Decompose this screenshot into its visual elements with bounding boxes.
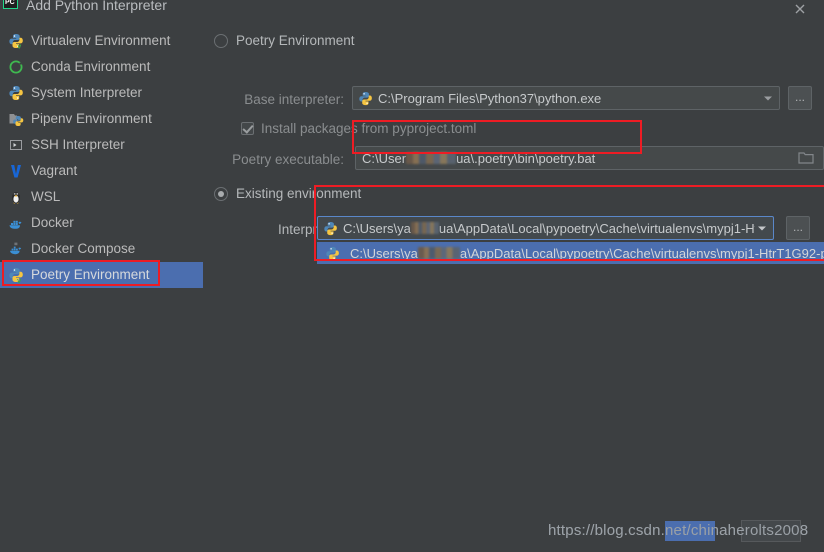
virtualenv-icon: v [8, 33, 24, 49]
sidebar-item-ssh-interpreter[interactable]: SSH Interpreter [0, 132, 204, 158]
sidebar-item-label: Pipenv Environment [31, 111, 152, 126]
dropdown-option[interactable]: C:\Users\ya a\AppData\Local\pypoetry\Cach… [317, 242, 824, 264]
interpreter-value-prefix: C:\Users\ya [343, 220, 411, 236]
interpreter-settings-panel: Poetry Environment Base interpreter: C:\… [204, 22, 824, 552]
python-icon [8, 85, 24, 101]
interpreter-value-suffix: ua\AppData\Local\pypoetry\Cache\virtuale… [438, 220, 755, 236]
window-titlebar: PC Add Python Interpreter [0, 0, 824, 20]
python-icon [358, 91, 373, 106]
radio-existing-environment-label: Existing environment [236, 186, 362, 201]
pipenv-icon [8, 111, 24, 127]
interpreter-type-list[interactable]: v Virtualenv Environment Conda Environme… [0, 22, 204, 552]
watermark-text-overlay: https://blog.csdn.net/chinaherolts2008 [548, 522, 809, 539]
dropdown-option-suffix: a\AppData\Local\pypoetry\Cache\virtualen… [459, 245, 824, 261]
redacted-username-block [406, 152, 457, 165]
poetry-executable-input[interactable]: C:\User ua\.poetry\bin\poetry.bat [355, 146, 824, 170]
poetry-executable-value-suffix: ua\.poetry\bin\poetry.bat [456, 150, 596, 166]
dropdown-option-prefix: C:\Users\ya [350, 245, 418, 261]
conda-icon [8, 59, 24, 75]
interpreter-browse-button[interactable]: ... [786, 216, 810, 240]
sidebar-item-label: Docker Compose [31, 241, 136, 256]
page-title: Add Python Interpreter [26, 0, 167, 13]
sidebar-item-docker-compose[interactable]: Docker Compose [0, 236, 204, 262]
base-interpreter-label: Base interpreter: [244, 92, 344, 107]
install-packages-checkbox-row[interactable]: Install packages from pyproject.toml [241, 121, 476, 136]
radio-poetry-environment-label: Poetry Environment [236, 33, 355, 48]
base-interpreter-value: C:\Program Files\Python37\python.exe [378, 90, 602, 106]
sidebar-item-label: WSL [31, 189, 61, 204]
redacted-username-block [417, 247, 460, 260]
sidebar-item-label: Docker [31, 215, 74, 230]
interpreter-combo[interactable]: C:\Users\ya ua\AppData\Local\pypoetry\Cac… [317, 216, 774, 240]
sidebar-item-label: Virtualenv Environment [31, 33, 171, 48]
poetry-icon: v [8, 267, 24, 283]
python-icon [323, 221, 338, 236]
sidebar-item-system-interpreter[interactable]: System Interpreter [0, 80, 204, 106]
radio-poetry-environment[interactable]: Poetry Environment [214, 33, 355, 48]
radio-button-unselected-icon [214, 33, 228, 48]
sidebar-item-wsl[interactable]: WSL [0, 184, 204, 210]
poetry-executable-value-prefix: C:\User [362, 150, 407, 166]
python-icon [325, 246, 340, 261]
interpreter-dropdown-popup[interactable]: C:\Users\ya a\AppData\Local\pypoetry\Cach… [317, 242, 824, 280]
sidebar-item-poetry-environment[interactable]: v Poetry Environment [0, 262, 203, 288]
sidebar-item-label: SSH Interpreter [31, 137, 125, 152]
sidebar-item-pipenv-environment[interactable]: Pipenv Environment [0, 106, 204, 132]
poetry-executable-browse-button[interactable] [795, 147, 817, 169]
sidebar-item-label: Poetry Environment [31, 267, 150, 282]
vagrant-icon [8, 163, 24, 179]
wsl-penguin-icon [8, 189, 24, 205]
ssh-terminal-icon [8, 137, 24, 153]
docker-icon [8, 215, 24, 231]
sidebar-item-virtualenv-environment[interactable]: v Virtualenv Environment [0, 28, 204, 54]
base-interpreter-browse-button[interactable]: ... [788, 86, 812, 110]
base-interpreter-combo[interactable]: C:\Program Files\Python37\python.exe [352, 86, 780, 110]
checkbox-checked-icon[interactable] [241, 122, 254, 135]
docker-compose-icon [8, 241, 24, 257]
redacted-username-block [410, 222, 439, 235]
sidebar-item-label: System Interpreter [31, 85, 143, 100]
chevron-down-icon[interactable] [755, 221, 769, 235]
install-packages-label: Install packages from pyproject.toml [261, 121, 477, 136]
chevron-down-icon[interactable] [761, 91, 775, 105]
sidebar-item-label: Vagrant [31, 163, 78, 178]
close-icon[interactable] [792, 1, 808, 17]
sidebar-item-docker[interactable]: Docker [0, 210, 204, 236]
radio-button-selected-icon [214, 186, 228, 201]
poetry-executable-label: Poetry executable: [232, 152, 344, 167]
pycharm-icon: PC [2, 0, 20, 14]
svg-text:PC: PC [5, 0, 15, 6]
svg-text:v: v [17, 44, 21, 49]
sidebar-item-conda-environment[interactable]: Conda Environment [0, 54, 204, 80]
sidebar-item-vagrant[interactable]: Vagrant [0, 158, 204, 184]
radio-existing-environment[interactable]: Existing environment [214, 186, 361, 201]
sidebar-item-label: Conda Environment [31, 59, 151, 74]
